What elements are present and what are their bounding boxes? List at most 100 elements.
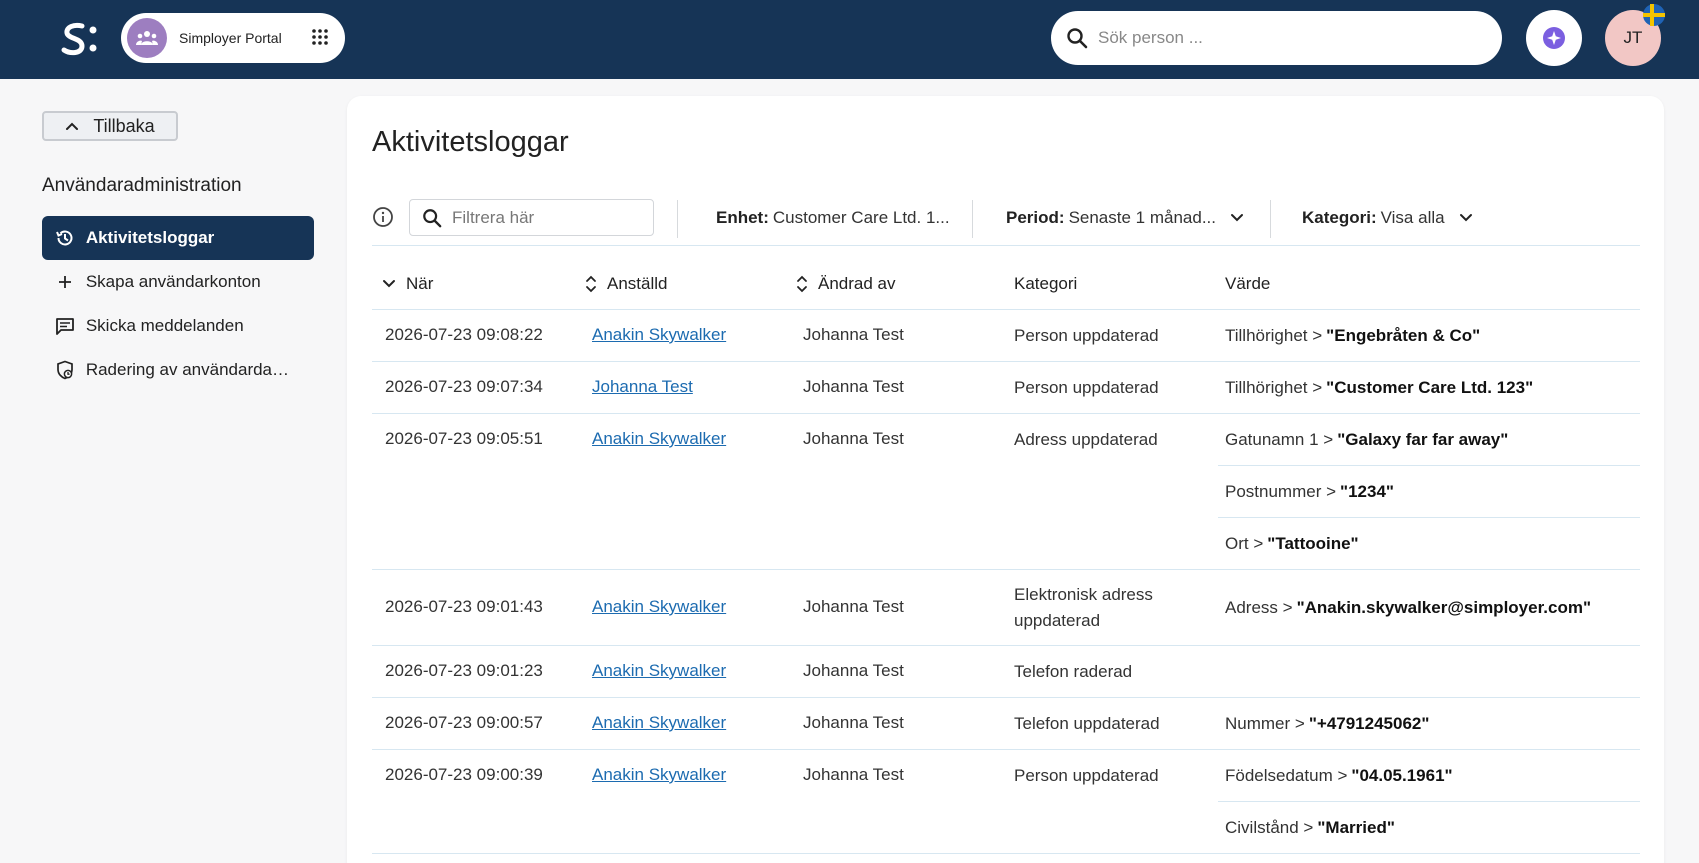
value-text: "Anakin.skywalker@simployer.com" — [1296, 598, 1591, 617]
table-row: 2026-07-23 09:08:22 Anakin Skywalker Johan… — [372, 310, 1640, 362]
filter-input[interactable] — [452, 207, 642, 228]
value-text: "04.05.1961" — [1351, 765, 1453, 785]
sidebar-item-label: Skapa användarkonton — [85, 272, 261, 291]
cell-changed-by: Johanna Test — [803, 597, 904, 616]
info-icon[interactable] — [372, 206, 394, 228]
value-text: "1234" — [1340, 481, 1394, 501]
cell-category: Person uppdaterad — [1014, 326, 1159, 345]
period-label: Period: — [1006, 208, 1065, 227]
value-field: Ort > — [1225, 534, 1264, 553]
sidebar-item-radering[interactable]: Radering av användarda… — [42, 348, 314, 392]
chevron-down-icon — [1231, 214, 1243, 222]
sort-icon — [586, 275, 596, 293]
column-kategori: Kategori — [1014, 274, 1077, 294]
filter-field[interactable] — [409, 199, 654, 236]
column-andrad-av[interactable]: Ändrad av — [796, 274, 896, 294]
employee-link[interactable]: Anakin Skywalker — [592, 661, 726, 681]
enhet-label: Enhet: — [716, 208, 769, 227]
sidebar-item-label: Aktivitetsloggar — [85, 228, 215, 247]
cell-when: 2026-07-23 09:05:51 — [385, 429, 543, 448]
search-icon — [1066, 27, 1088, 49]
message-icon — [54, 315, 76, 337]
cell-when: 2026-07-23 09:00:57 — [385, 713, 543, 732]
employee-link[interactable]: Anakin Skywalker — [592, 429, 726, 449]
kategori-value: Visa alla — [1380, 208, 1445, 227]
cell-changed-by: Johanna Test — [803, 765, 904, 784]
column-label: Ändrad av — [818, 274, 896, 293]
value-item: Tillhörighet > "Customer Care Ltd. 123" — [1218, 362, 1640, 414]
period-value: Senaste 1 månad... — [1068, 208, 1216, 227]
value-text: "Galaxy far far away" — [1337, 429, 1509, 449]
sidebar-item-label: Skicka meddelanden — [85, 316, 244, 335]
ai-assistant-button[interactable] — [1526, 10, 1582, 66]
column-label: Kategori — [1014, 274, 1078, 293]
value-field: Födelsedatum > — [1225, 765, 1348, 785]
portal-name: Simployer Portal — [179, 30, 282, 46]
table-header: När Anställd Ändrad av Kategori Värde — [372, 258, 1640, 310]
history-icon — [54, 227, 76, 249]
value-item: Gatunamn 1 > "Galaxy far far away" — [1218, 414, 1640, 466]
enhet-value: Customer Care Ltd. 1... — [772, 208, 950, 227]
value-text: "Engebråten & Co" — [1326, 326, 1481, 345]
sidebar-item-skicka-meddelanden[interactable]: Skicka meddelanden — [42, 304, 314, 348]
cell-category: Telefon raderad — [1014, 662, 1133, 681]
value-item: Civilstånd > "Married" — [1218, 802, 1640, 854]
cell-when: 2026-07-23 09:08:22 — [385, 325, 543, 344]
sparkle-icon — [1543, 27, 1565, 49]
kategori-filter[interactable]: Kategori: Visa alla — [1302, 208, 1473, 228]
back-button[interactable]: Tillbaka — [42, 111, 178, 141]
value-field: Civilstånd > — [1225, 818, 1314, 837]
shield-clock-icon — [54, 359, 76, 381]
employee-link[interactable]: Johanna Test — [592, 377, 693, 397]
employee-link[interactable]: Anakin Skywalker — [592, 713, 726, 733]
chevron-up-icon — [66, 122, 79, 130]
person-search[interactable] — [1051, 11, 1502, 65]
value-field: Nummer > — [1225, 714, 1305, 733]
value-text: "+4791245062" — [1308, 714, 1430, 733]
person-search-input[interactable] — [1098, 28, 1478, 48]
cell-when: 2026-07-23 09:01:23 — [385, 661, 543, 680]
apps-grid-icon[interactable] — [311, 28, 329, 46]
user-initials: JT — [1623, 28, 1643, 47]
enhet-filter[interactable]: Enhet: Customer Care Ltd. 1... — [716, 208, 950, 228]
main-card: Aktivitetsloggar Enhet: Customer Care Lt… — [347, 96, 1664, 863]
sidebar-item-skapa-anvandarkonton[interactable]: Skapa användarkonton — [42, 260, 314, 304]
employee-link[interactable]: Anakin Skywalker — [592, 597, 726, 617]
cell-category: Adress uppdaterad — [1014, 430, 1158, 449]
value-text: "Tattooine" — [1267, 534, 1359, 553]
column-anstalld[interactable]: Anställd — [585, 274, 667, 294]
sort-icon — [797, 275, 807, 293]
swedish-flag-icon — [1643, 4, 1665, 26]
cell-category: Person uppdaterad — [1014, 766, 1159, 785]
cell-changed-by: Johanna Test — [803, 377, 904, 396]
cell-when: 2026-07-23 09:07:34 — [385, 377, 543, 396]
table-row: 2026-07-23 09:00:39 Anakin Skywalker Johan… — [372, 750, 1640, 854]
value-item: Nummer > "+4791245062" — [1218, 698, 1640, 750]
column-label: Anställd — [607, 274, 668, 293]
employee-link[interactable]: Anakin Skywalker — [592, 765, 726, 785]
value-item: Ort > "Tattooine" — [1218, 518, 1640, 570]
cell-changed-by: Johanna Test — [803, 325, 904, 344]
table-body: 2026-07-23 09:08:22 Anakin Skywalker Johan… — [372, 310, 1640, 854]
back-label: Tillbaka — [93, 115, 155, 136]
value-text: "Married" — [1317, 818, 1395, 837]
employee-link[interactable]: Anakin Skywalker — [592, 325, 726, 345]
simployer-logo-icon[interactable] — [60, 16, 100, 64]
value-item: Födelsedatum > "04.05.1961" — [1218, 750, 1640, 802]
value-item: Postnummer > "1234" — [1218, 466, 1640, 518]
portal-switcher[interactable]: Simployer Portal — [121, 13, 345, 63]
cell-changed-by: Johanna Test — [803, 429, 904, 448]
table-row: 2026-07-23 09:00:57 Anakin Skywalker Johan… — [372, 698, 1640, 750]
sort-desc-icon — [383, 280, 395, 288]
chevron-down-icon — [1459, 214, 1472, 222]
cell-when: 2026-07-23 09:00:39 — [385, 765, 543, 784]
column-nar[interactable]: När — [382, 274, 433, 294]
sidebar-section-title: Användaradministration — [42, 175, 242, 196]
value-field: Tillhörighet > — [1225, 326, 1323, 345]
value-field: Gatunamn 1 > — [1225, 429, 1334, 449]
sidebar-item-aktivitetsloggar[interactable]: Aktivitetsloggar — [42, 216, 314, 260]
period-filter[interactable]: Period: Senaste 1 månad... — [1006, 208, 1244, 228]
table-row: 2026-07-23 09:05:51 Anakin Skywalker Johan… — [372, 414, 1640, 570]
kategori-label: Kategori: — [1302, 208, 1377, 227]
cell-category: Person uppdaterad — [1014, 378, 1159, 397]
